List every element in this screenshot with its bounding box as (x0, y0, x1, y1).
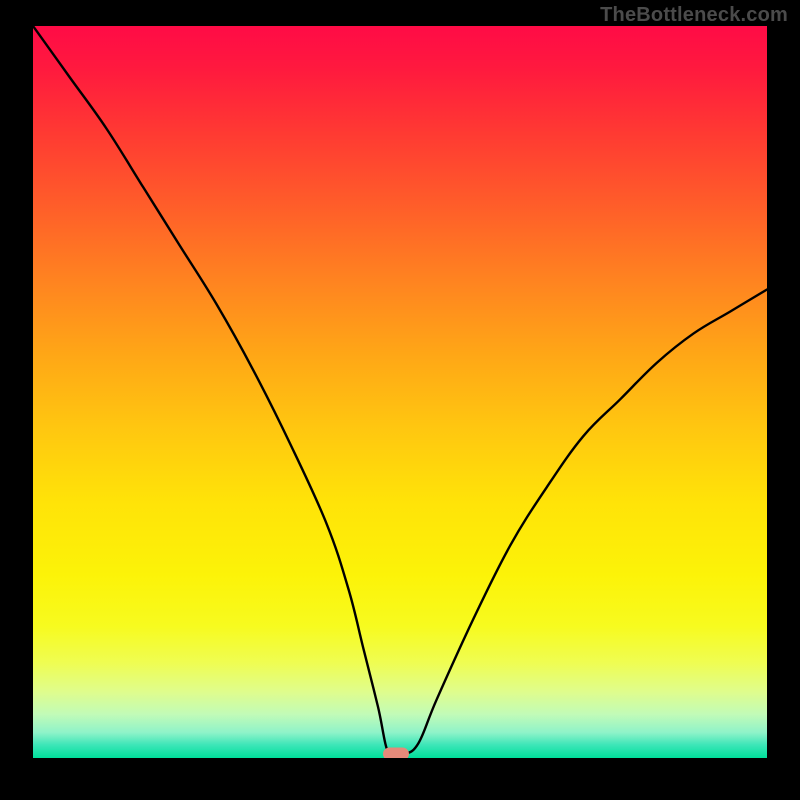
optimal-marker (383, 748, 409, 758)
watermark-text: TheBottleneck.com (600, 4, 788, 27)
plot-area (33, 26, 767, 758)
bottleneck-curve (33, 26, 767, 758)
chart-frame: TheBottleneck.com (0, 0, 800, 800)
